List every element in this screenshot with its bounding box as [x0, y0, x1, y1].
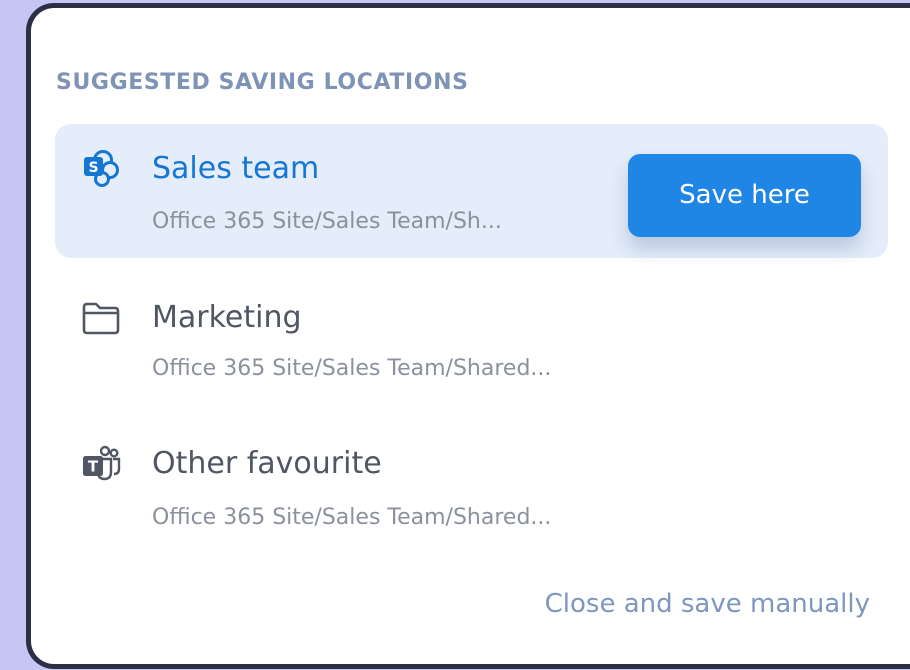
folder-icon [81, 298, 121, 338]
location-name: Sales team [152, 151, 320, 186]
location-path: Office 365 Site/Sales Team/Shared... [152, 356, 552, 381]
teams-icon: T [81, 444, 121, 484]
section-title: SUGGESTED SAVING LOCATIONS [56, 70, 469, 95]
location-path: Office 365 Site/Sales Team/Sh... [152, 209, 502, 234]
save-location-panel: SUGGESTED SAVING LOCATIONS S Sales team … [26, 3, 910, 669]
location-item-other-favourite[interactable]: T Other favourite Office 365 Site/Sales … [55, 423, 888, 557]
close-and-save-manually-link[interactable]: Close and save manually [545, 586, 870, 622]
location-item-sales-team[interactable]: S Sales team Office 365 Site/Sales Team/… [55, 124, 888, 258]
panel-content: SUGGESTED SAVING LOCATIONS S Sales team … [31, 8, 910, 664]
location-name: Other favourite [152, 446, 382, 481]
location-path: Office 365 Site/Sales Team/Shared... [152, 505, 552, 530]
save-here-button[interactable]: Save here [628, 154, 861, 237]
sharepoint-icon: S [81, 149, 121, 189]
location-name: Marketing [152, 300, 302, 335]
svg-text:S: S [88, 160, 98, 176]
location-item-marketing[interactable]: Marketing Office 365 Site/Sales Team/Sha… [55, 275, 888, 409]
svg-text:T: T [88, 458, 99, 476]
